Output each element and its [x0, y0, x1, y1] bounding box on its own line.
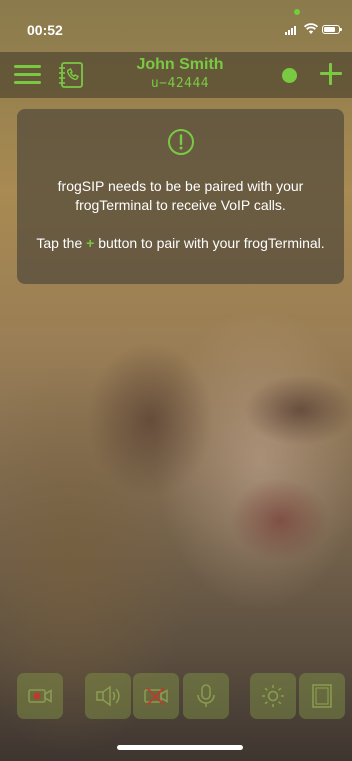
- status-time: 00:52: [27, 22, 63, 38]
- video-off-icon: [144, 687, 168, 706]
- door-icon: [312, 684, 332, 708]
- notice-instruction-before: Tap the: [36, 235, 83, 251]
- menu-icon[interactable]: [14, 65, 41, 85]
- speaker-button[interactable]: [85, 673, 131, 719]
- presence-status-icon: [282, 68, 297, 83]
- notice-instruction-after: button to pair with your frogTerminal.: [98, 235, 325, 251]
- record-button[interactable]: [17, 673, 63, 719]
- user-name: John Smith: [136, 56, 224, 73]
- inline-plus-icon: +: [86, 235, 95, 251]
- alert-icon: [168, 129, 194, 155]
- door-open-button[interactable]: [299, 673, 345, 719]
- contacts-book-icon[interactable]: [56, 60, 86, 90]
- video-record-icon: [28, 689, 52, 703]
- app-header: John Smith u−42444: [0, 52, 352, 98]
- brightness-icon: [262, 685, 284, 707]
- screen: 00:52 John Smith u−42444 frogSIP needs t…: [0, 0, 352, 761]
- status-bar: 00:52: [0, 0, 352, 50]
- speaker-icon: [96, 685, 120, 707]
- home-indicator[interactable]: [117, 745, 243, 750]
- call-toolbar: [0, 673, 352, 719]
- notice-message: frogSIP needs to be be paired with your …: [57, 178, 304, 213]
- video-toggle-button[interactable]: [133, 673, 179, 719]
- signal-icon: [285, 25, 299, 35]
- notice-instruction: Tap the + button to pair with your frogT…: [27, 234, 334, 253]
- wifi-icon: [304, 23, 318, 34]
- mute-button[interactable]: [183, 673, 229, 719]
- add-pair-button[interactable]: [320, 63, 342, 85]
- pairing-notice: frogSIP needs to be be paired with your …: [17, 109, 344, 284]
- user-info: John Smith u−42444: [100, 55, 260, 93]
- user-id: u−42444: [150, 76, 210, 91]
- light-button[interactable]: [250, 673, 296, 719]
- microphone-icon: [197, 684, 215, 707]
- battery-icon: [322, 25, 342, 34]
- recording-indicator-icon: [294, 9, 300, 15]
